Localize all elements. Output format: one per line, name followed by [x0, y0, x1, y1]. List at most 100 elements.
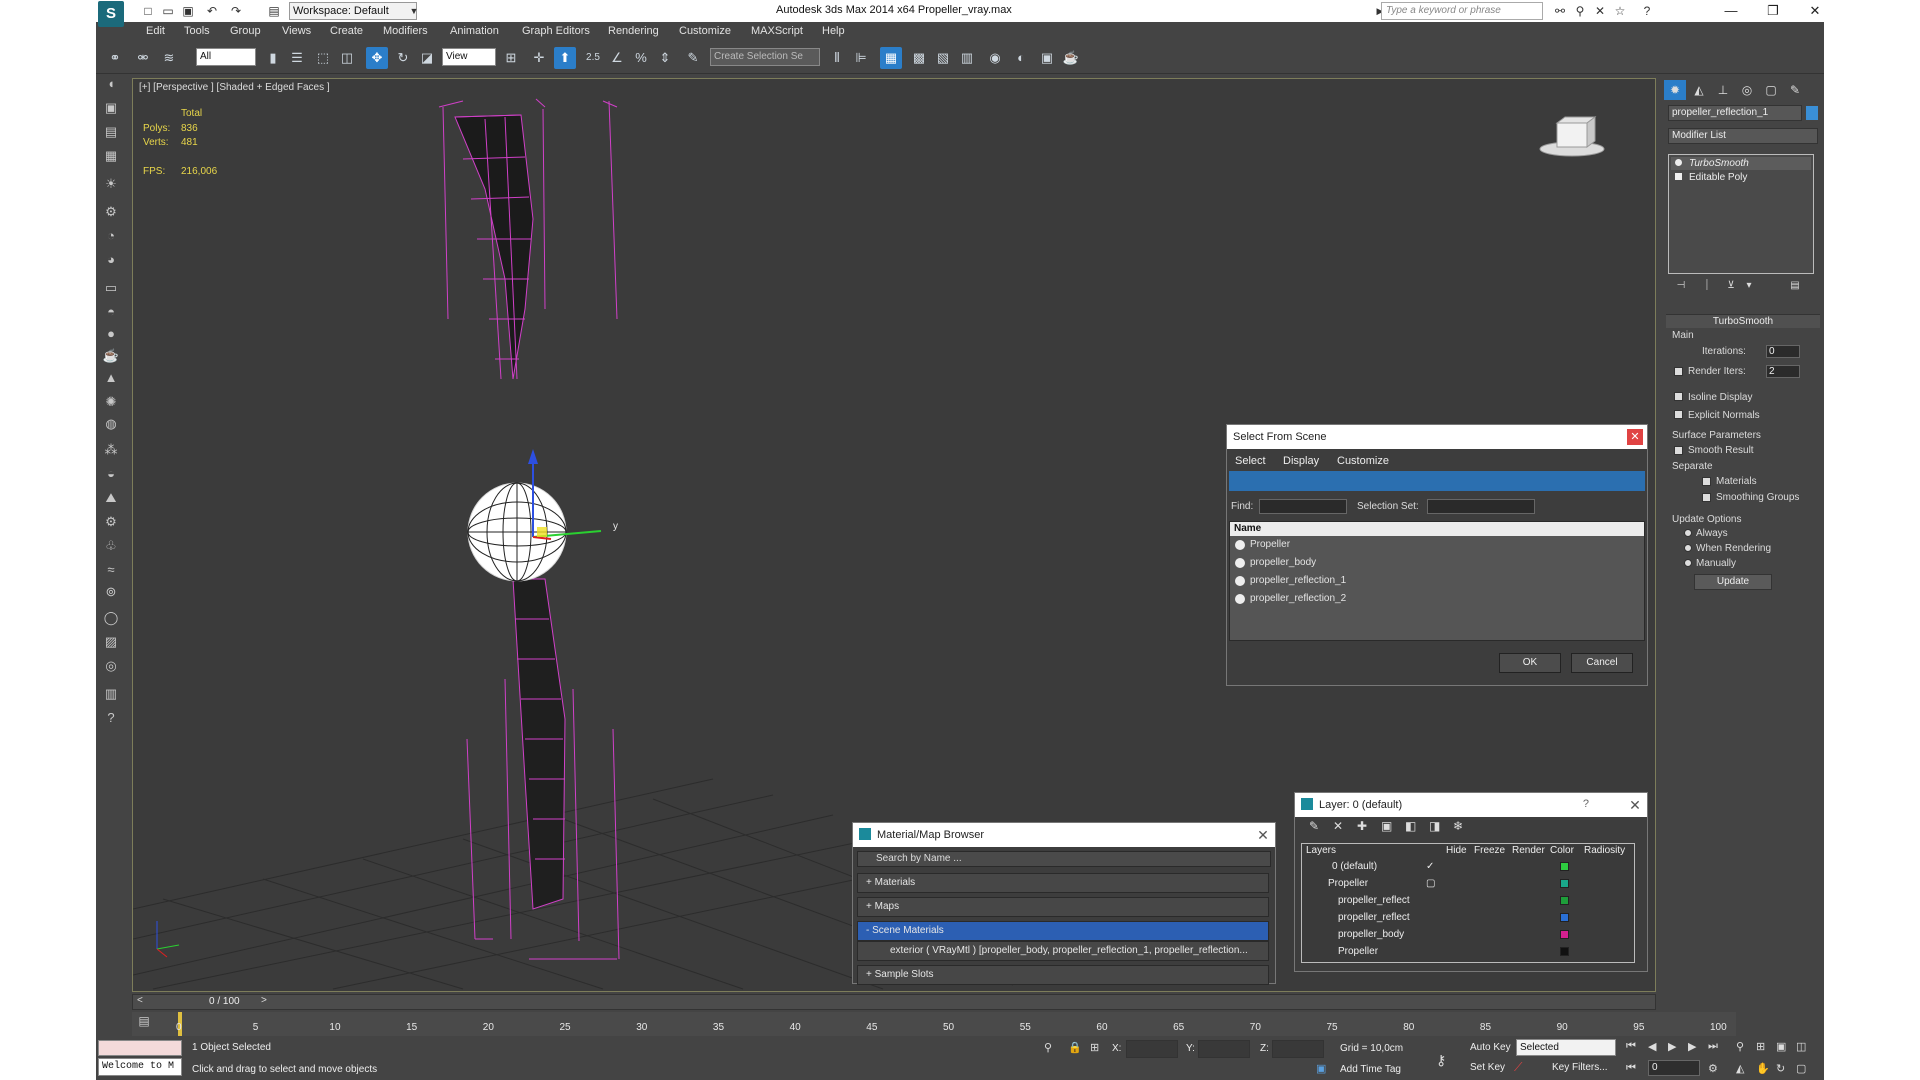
create-layer-icon[interactable]: ✎	[1309, 819, 1319, 833]
scene-material-item[interactable]: exterior ( VRayMtl ) [propeller_body, pr…	[857, 941, 1269, 961]
list-item[interactable]: Propeller	[1232, 536, 1648, 554]
strip-light-icon[interactable]: ☀	[101, 174, 121, 194]
layer-color-swatch[interactable]	[1560, 879, 1569, 888]
display-tab-icon[interactable]: ▢	[1760, 80, 1782, 100]
hide-column-header[interactable]: Hide	[1446, 845, 1467, 856]
workspace-chevron-down-icon[interactable]: ▼	[406, 3, 422, 19]
go-to-start-icon[interactable]: ⏮	[1626, 1040, 1636, 1053]
favorites-star-icon[interactable]: ☆	[1612, 3, 1628, 19]
sfs-menu-display[interactable]: Display	[1283, 455, 1319, 467]
modify-tab-icon[interactable]: ◭	[1688, 80, 1710, 100]
add-time-tag-text[interactable]: Add Time Tag	[1340, 1064, 1401, 1075]
selection-filter-dropdown[interactable]: All	[196, 48, 256, 66]
strip-dome-icon[interactable]: ◓	[101, 302, 121, 322]
menu-group[interactable]: Group	[230, 25, 261, 37]
bind-spacewarp-icon[interactable]: ≋	[158, 47, 180, 69]
stack-item-turbosmooth[interactable]: TurboSmooth	[1671, 157, 1811, 170]
find-input[interactable]	[1259, 499, 1347, 514]
table-row[interactable]: propeller_body	[1302, 926, 1634, 943]
rectangular-selection-icon[interactable]: ⬚	[312, 47, 334, 69]
ok-button[interactable]: OK	[1499, 653, 1561, 673]
layer-manager-icon[interactable]: ▩	[908, 47, 930, 69]
mirror-icon[interactable]: ⫴	[826, 47, 848, 69]
maxscript-listener-pink[interactable]	[98, 1040, 182, 1056]
menu-help[interactable]: Help	[822, 25, 845, 37]
strip-help-icon[interactable]: ?	[101, 708, 121, 728]
layer-help-icon[interactable]: ?	[1583, 798, 1589, 810]
layer-color-swatch[interactable]	[1560, 896, 1569, 905]
schematic-view-icon[interactable]: ◉	[984, 47, 1006, 69]
render-iters-spinner[interactable]: 2	[1766, 365, 1800, 378]
zoom-all-icon[interactable]: ⊞	[1756, 1040, 1765, 1053]
layers-column-header[interactable]: Layers	[1306, 845, 1336, 856]
explicit-normals-checkbox[interactable]	[1674, 410, 1683, 419]
materials-checkbox[interactable]	[1702, 477, 1711, 486]
table-row[interactable]: Propeller ▢	[1302, 875, 1634, 892]
app-logo-icon[interactable]: S	[98, 1, 124, 27]
iterations-spinner[interactable]: 0	[1766, 345, 1800, 358]
strip-tool-4-icon[interactable]: ▦	[101, 146, 121, 166]
create-tab-icon[interactable]: ✹	[1664, 80, 1686, 100]
active-layer-check-icon[interactable]: ✓	[1426, 858, 1434, 875]
select-and-move-icon[interactable]: ✥	[366, 47, 388, 69]
absolute-mode-icon[interactable]: ⊞	[1090, 1041, 1099, 1054]
named-selection-set-field[interactable]: Create Selection Se	[710, 48, 820, 66]
link-icon[interactable]: ⚭	[104, 47, 126, 69]
maps-section[interactable]: + Maps	[857, 897, 1269, 917]
reference-coordinate-dropdown[interactable]: View	[442, 48, 496, 66]
workspace-dropdown[interactable]: Workspace: Default	[289, 2, 417, 20]
strip-camera-icon[interactable]: ⛰	[101, 488, 121, 508]
render-production-icon[interactable]: ☕	[1060, 47, 1082, 69]
set-key-icon[interactable]: ⚷	[1436, 1052, 1446, 1069]
window-crossing-icon[interactable]: ◫	[336, 47, 358, 69]
table-row[interactable]: 0 (default) ✓	[1302, 858, 1634, 875]
subscription-icon[interactable]: ⚲	[1572, 3, 1588, 19]
z-coordinate-field[interactable]	[1272, 1040, 1324, 1058]
select-and-rotate-icon[interactable]: ↻	[392, 47, 414, 69]
selection-set-dropdown[interactable]	[1427, 499, 1535, 514]
strip-plant-icon[interactable]: ♧	[101, 536, 121, 556]
strip-tool-2-icon[interactable]: ▣	[101, 98, 121, 118]
object-color-swatch[interactable]	[1806, 106, 1818, 120]
menu-views[interactable]: Views	[282, 25, 311, 37]
material-search-input[interactable]: Search by Name ...	[857, 851, 1271, 867]
sample-slots-section[interactable]: + Sample Slots	[857, 965, 1269, 985]
freeze-all-layers-icon[interactable]: ❄	[1453, 819, 1463, 833]
manually-radio[interactable]	[1684, 559, 1692, 567]
communication-icon[interactable]: ✕	[1592, 3, 1608, 19]
selection-lock-icon[interactable]: 🔒	[1068, 1041, 1082, 1054]
viewcube-icon[interactable]	[1539, 109, 1605, 159]
utilities-tab-icon[interactable]: ✎	[1784, 80, 1806, 100]
time-next-icon[interactable]: >	[261, 995, 267, 1006]
material-editor-icon[interactable]: ◐	[1010, 47, 1032, 69]
isolate-selection-icon[interactable]: ⚲	[1044, 1041, 1052, 1054]
maximize-icon[interactable]: ❐	[1758, 2, 1788, 20]
previous-frame-icon[interactable]: ◀	[1648, 1040, 1656, 1053]
strip-helper-icon[interactable]: ▥	[101, 684, 121, 704]
undo-icon[interactable]: ↶	[204, 3, 220, 19]
key-mode-icon[interactable]: ⟋	[1514, 1060, 1522, 1075]
layer-color-swatch[interactable]	[1560, 947, 1569, 956]
edit-named-selection-icon[interactable]: ✎	[682, 47, 704, 69]
angle-snap-icon[interactable]: ∠	[606, 47, 628, 69]
remove-modifier-icon[interactable]: ▾	[1738, 276, 1760, 296]
binoculars-icon[interactable]: ⚯	[1552, 3, 1568, 19]
help-icon[interactable]: ?	[1639, 3, 1655, 19]
mini-curve-editor-icon[interactable]: ▤	[132, 1014, 156, 1032]
menu-customize[interactable]: Customize	[679, 25, 731, 37]
time-prev-icon[interactable]: <	[137, 995, 143, 1006]
save-file-icon[interactable]: ▣	[180, 3, 196, 19]
track-bar[interactable]: ▤ 0 5 10 15 20 25 30 35 40 45 50 55 60 65 70 75 80 85 90 95…	[132, 1012, 1736, 1036]
strip-ball-icon[interactable]: ◯	[101, 608, 121, 628]
layer-dialog-close-icon[interactable]: ✕	[1627, 797, 1643, 813]
smooth-result-checkbox[interactable]	[1674, 446, 1683, 455]
list-item[interactable]: propeller_reflection_1	[1232, 572, 1648, 590]
x-coordinate-field[interactable]	[1126, 1040, 1178, 1058]
name-column-header[interactable]: Name	[1230, 522, 1644, 536]
pan-view-icon[interactable]: ✋	[1756, 1062, 1770, 1075]
set-key-button[interactable]: Set Key	[1470, 1062, 1505, 1073]
key-mode-toggle-icon[interactable]: ⏮	[1626, 1062, 1636, 1075]
go-to-end-icon[interactable]: ⏭	[1708, 1040, 1718, 1053]
time-slider-frame[interactable]: 0 / 100	[209, 995, 240, 1009]
object-name-field[interactable]: propeller_reflection_1	[1668, 105, 1802, 121]
